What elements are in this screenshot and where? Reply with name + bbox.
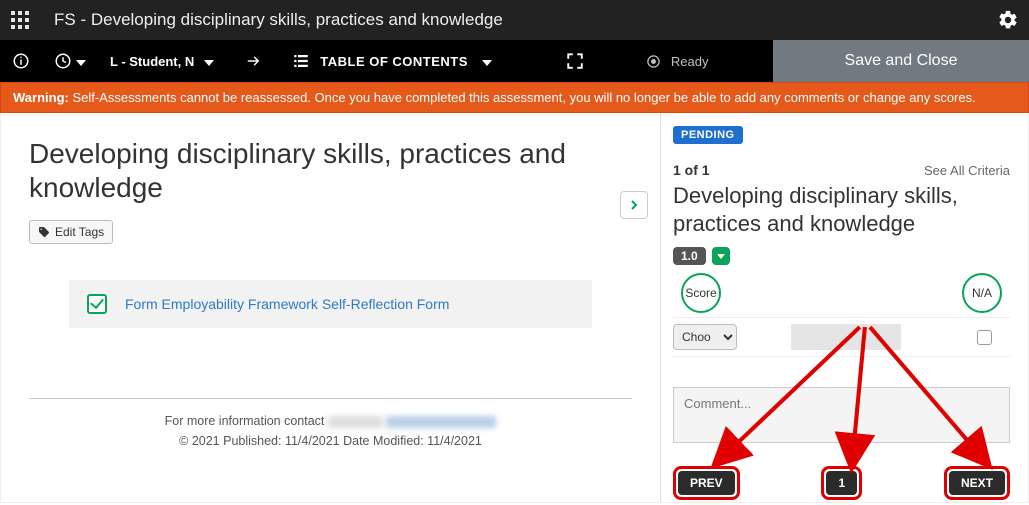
page-title: FS - Developing disciplinary skills, pra… <box>54 10 503 30</box>
score-input-row: Choo <box>673 317 1010 357</box>
content-heading: Developing disciplinary skills, practice… <box>29 137 632 204</box>
criteria-count: 1 of 1 <box>673 162 710 178</box>
collapse-panel-button[interactable] <box>620 191 648 219</box>
toolbar: L - Student, N TABLE OF CONTENTS Ready S… <box>0 40 1029 82</box>
history-icon[interactable] <box>42 40 98 82</box>
prev-button[interactable]: PREV <box>673 466 740 500</box>
apps-grid-icon[interactable] <box>10 10 30 30</box>
assessment-panel: PENDING 1 of 1 See All Criteria Developi… <box>661 113 1028 502</box>
criteria-title: Developing disciplinary skills, practice… <box>673 182 1010 237</box>
nav-buttons: PREV 1 NEXT <box>673 466 1010 500</box>
edit-tags-button[interactable]: Edit Tags <box>29 220 113 244</box>
user-name: L - Student, N <box>110 54 194 69</box>
save-and-close-button[interactable]: Save and Close <box>773 40 1029 82</box>
page-indicator-button[interactable]: 1 <box>821 466 862 500</box>
score-value-pill: 1.0 <box>673 247 706 265</box>
info-icon[interactable] <box>0 40 42 82</box>
footer-info: For more information contact © 2021 Publ… <box>29 411 632 451</box>
table-of-contents-button[interactable]: TABLE OF CONTENTS <box>280 40 504 82</box>
score-slider-placeholder[interactable] <box>791 324 901 350</box>
warning-banner: Warning: Self-Assessments cannot be reas… <box>0 82 1029 113</box>
score-header-circle: Score <box>681 273 721 313</box>
na-checkbox[interactable] <box>977 330 992 345</box>
next-button[interactable]: NEXT <box>944 466 1010 500</box>
main-content: Developing disciplinary skills, practice… <box>0 113 1029 503</box>
app-header: FS - Developing disciplinary skills, pra… <box>0 0 1029 40</box>
user-selector[interactable]: L - Student, N <box>98 40 226 82</box>
divider <box>29 398 632 399</box>
form-link-row: Form Employability Framework Self-Reflec… <box>69 280 592 328</box>
next-user-icon[interactable] <box>226 40 280 82</box>
score-dropdown-toggle[interactable] <box>712 247 730 265</box>
na-header-circle: N/A <box>962 273 1002 313</box>
gear-icon[interactable] <box>997 9 1019 31</box>
fullscreen-icon[interactable] <box>544 40 606 82</box>
score-select[interactable]: Choo <box>673 324 737 350</box>
form-link[interactable]: Form Employability Framework Self-Reflec… <box>125 296 449 312</box>
status-badge: PENDING <box>673 126 743 144</box>
see-all-criteria-link[interactable]: See All Criteria <box>924 163 1010 178</box>
comment-textarea[interactable] <box>673 387 1010 443</box>
form-complete-check-icon <box>87 294 107 314</box>
left-panel: Developing disciplinary skills, practice… <box>1 113 661 502</box>
status-ready[interactable]: Ready <box>606 40 773 82</box>
